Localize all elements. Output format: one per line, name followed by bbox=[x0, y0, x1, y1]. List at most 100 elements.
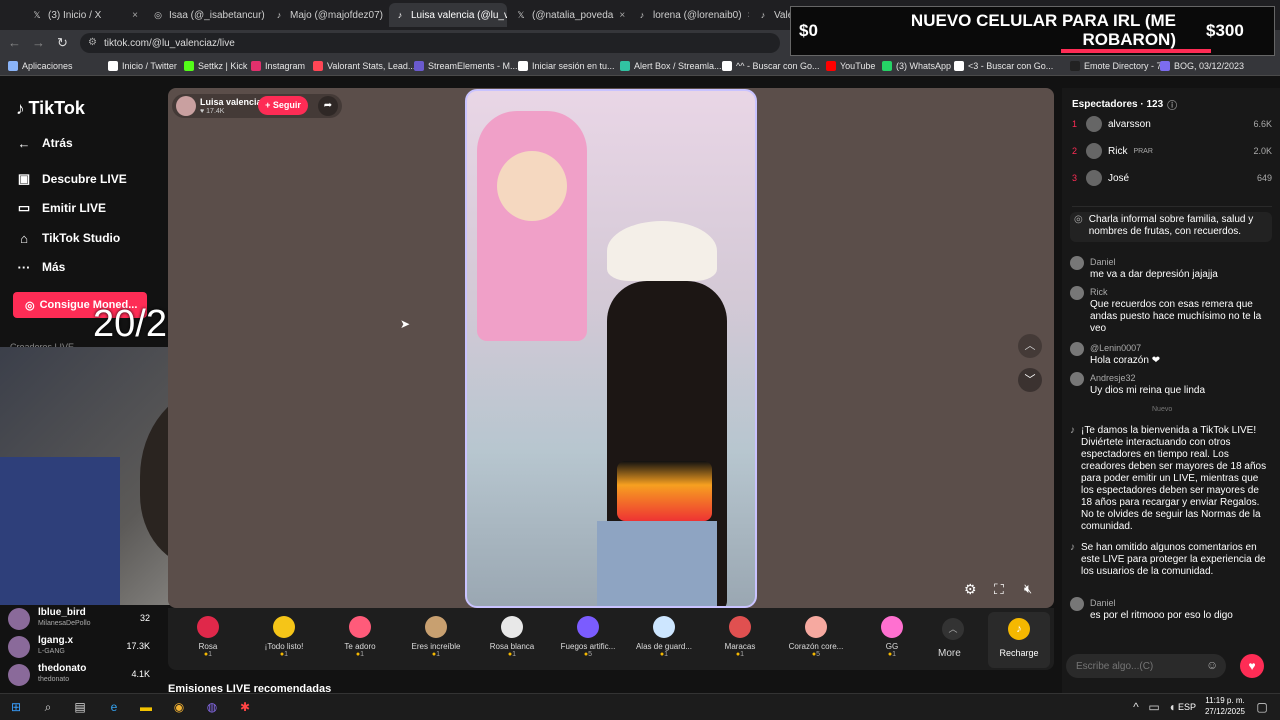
tab-3[interactable]: ♪Luisa valencia (@lu_v× bbox=[389, 3, 507, 27]
tab-4[interactable]: 𝕏 (@natalia_poveda × bbox=[510, 3, 628, 27]
tab-2[interactable]: ♪Majo (@majofdez07)× bbox=[268, 3, 386, 27]
bookmark-item[interactable]: Settkz | Kick bbox=[184, 59, 247, 73]
chat-input-box[interactable]: ☺ bbox=[1066, 654, 1226, 678]
chat-input[interactable] bbox=[1076, 658, 1186, 674]
gift-item[interactable]: Rosa blanca ●1 bbox=[477, 616, 547, 658]
close-icon[interactable]: × bbox=[132, 10, 138, 21]
viewer-row[interactable]: 1 alvarsson 6.6K bbox=[1072, 114, 1272, 134]
bookmark-item[interactable]: Emote Directory - 7... bbox=[1070, 59, 1169, 73]
chevron-up-icon[interactable]: ︿ bbox=[1018, 334, 1042, 358]
bookmark-item[interactable]: Valorant Stats, Lead... bbox=[313, 59, 415, 73]
recharge-button[interactable]: ♪ Recharge bbox=[988, 612, 1050, 668]
network-icon[interactable]: ▭ bbox=[1146, 699, 1162, 715]
cartoon-poster bbox=[477, 111, 587, 341]
tab-5[interactable]: ♪ lorena (@lorenaib0) × bbox=[631, 3, 749, 27]
gift-item[interactable]: Fuegos artific... ●5 bbox=[553, 616, 623, 658]
gift-item[interactable]: ¡Todo listo! ●1 bbox=[249, 616, 319, 658]
file-explorer-icon[interactable]: ▬ bbox=[138, 699, 154, 715]
chevron-up-icon[interactable]: ︿ bbox=[942, 618, 964, 640]
chat-text: Uy dios mi reina que linda bbox=[1090, 385, 1206, 396]
heart-icon[interactable]: ♥ bbox=[1240, 654, 1264, 678]
back-button[interactable]: ← Atrás bbox=[16, 132, 73, 154]
chevron-up-icon[interactable]: ^ bbox=[1128, 699, 1144, 715]
sidebar-item-emitir-live[interactable]: ▭ Emitir LIVE bbox=[16, 197, 106, 219]
clock-time[interactable]: 11:19 p. m. bbox=[1200, 696, 1250, 705]
info-icon[interactable]: ⓘ bbox=[1167, 97, 1177, 112]
back-arrow-icon[interactable]: ← bbox=[8, 35, 21, 50]
chat-username[interactable]: Rick bbox=[1090, 287, 1108, 297]
language-indicator[interactable]: ESP bbox=[1178, 702, 1196, 712]
app-icon[interactable]: ✱ bbox=[237, 699, 253, 715]
edge-icon[interactable]: e bbox=[106, 699, 122, 715]
user-avatar[interactable] bbox=[1070, 597, 1084, 611]
viewer-row[interactable]: 3 José 649 bbox=[1072, 168, 1272, 188]
bookmark-item[interactable]: Alert Box / Streamla... bbox=[620, 59, 722, 73]
fullscreen-icon[interactable]: ⛶ bbox=[994, 581, 1004, 598]
tiktok-logo[interactable]: ♪ TikTok bbox=[16, 98, 85, 119]
viewer-avatar bbox=[1086, 170, 1102, 186]
gift-item[interactable]: Te adoro ●1 bbox=[325, 616, 395, 658]
bookmark-item[interactable]: (3) WhatsApp bbox=[882, 59, 951, 73]
bookmark-item[interactable]: ^^ - Buscar con Go... bbox=[722, 59, 819, 73]
tiktok-icon: ♪ bbox=[276, 10, 282, 20]
sidebar-item-mas[interactable]: ··· Más bbox=[16, 256, 66, 278]
emoji-icon[interactable]: ☺ bbox=[1206, 658, 1218, 672]
chat-username[interactable]: @Lenin0007 bbox=[1090, 343, 1141, 353]
bookmark-item[interactable]: Inicio / Twitter bbox=[108, 59, 177, 73]
bookmark-item[interactable]: BOG, 03/12/2023 bbox=[1160, 59, 1244, 73]
url-bar[interactable]: ⚙ tiktok.com/@lu_valenciaz/live bbox=[80, 33, 780, 53]
creator-list-item[interactable]: lblue_bird MilanesaDePollo 32 bbox=[8, 605, 158, 631]
tab-0[interactable]: 𝕏 (3) Inicio / X × bbox=[26, 3, 144, 27]
viewer-row[interactable]: 2 Rick PRAR 2.0K bbox=[1072, 141, 1272, 161]
chat-text: Que recuerdos con esas remera que andas … bbox=[1090, 299, 1262, 334]
chrome-icon[interactable]: ◉ bbox=[171, 699, 187, 715]
more-gifts-button[interactable]: More bbox=[938, 648, 961, 659]
sidebar-item-descubre-live[interactable]: ▣ Descubre LIVE bbox=[16, 168, 127, 190]
bookmark-item[interactable]: Aplicaciones bbox=[8, 59, 73, 73]
search-icon[interactable]: ⌕ bbox=[40, 699, 56, 715]
host-info: Luisa valencia ♥ 17.4K bbox=[172, 94, 342, 118]
user-avatar[interactable] bbox=[1070, 372, 1084, 386]
creators-live-list: lblue_bird MilanesaDePollo 32 lgang.x L-GANG… bbox=[0, 605, 160, 693]
follow-button[interactable]: + Seguir bbox=[258, 96, 308, 115]
bookmark-item[interactable]: StreamElements - M... bbox=[414, 59, 518, 73]
close-icon[interactable]: × bbox=[748, 10, 749, 21]
bookmark-label: <3 - Buscar con Go... bbox=[968, 61, 1054, 71]
gift-item[interactable]: Maracas ●1 bbox=[705, 616, 775, 658]
site-info-icon[interactable]: ⚙ bbox=[88, 37, 97, 48]
host-avatar[interactable] bbox=[176, 96, 196, 116]
reload-icon[interactable]: ↻ bbox=[57, 35, 68, 51]
bookmark-label: Alert Box / Streamla... bbox=[634, 61, 722, 71]
sidebar-item-tiktok-studio[interactable]: ⌂ TikTok Studio bbox=[16, 227, 120, 249]
user-avatar[interactable] bbox=[1070, 286, 1084, 300]
bookmark-item[interactable]: <3 - Buscar con Go... bbox=[954, 59, 1053, 73]
chevron-down-icon[interactable]: ﹀ bbox=[1018, 368, 1042, 392]
forward-arrow-icon[interactable]: → bbox=[32, 35, 45, 50]
bookmark-item[interactable]: YouTube bbox=[826, 59, 875, 73]
gift-name: GG bbox=[885, 642, 899, 651]
task-view-icon[interactable]: ▤ bbox=[72, 699, 88, 715]
gift-item[interactable]: Eres increíble ●1 bbox=[401, 616, 471, 658]
share-icon[interactable]: ➦ bbox=[318, 96, 338, 116]
settings-gear-icon[interactable]: ⚙ bbox=[964, 581, 977, 598]
chat-username[interactable]: Andresje32 bbox=[1090, 373, 1136, 383]
creator-list-item[interactable]: lgang.x L-GANG 17.3K bbox=[8, 633, 158, 659]
gift-item[interactable]: Rosa ●1 bbox=[173, 616, 243, 658]
chat-username[interactable]: Daniel bbox=[1090, 257, 1116, 267]
tab-1[interactable]: ◎Isaa (@_isabetancur)× bbox=[147, 3, 265, 27]
bookmark-item[interactable]: Iniciar sesión en tu... bbox=[518, 59, 615, 73]
mute-icon[interactable]: 🔇︎ bbox=[1024, 581, 1032, 597]
user-avatar[interactable] bbox=[1070, 256, 1084, 270]
creator-list-item[interactable]: thedonato thedonato 4.1K bbox=[8, 661, 158, 687]
gift-item[interactable]: GG ●1 bbox=[857, 616, 927, 658]
notification-icon[interactable]: ▢ bbox=[1254, 699, 1270, 715]
close-icon[interactable]: × bbox=[619, 10, 625, 21]
gift-name: ¡Todo listo! bbox=[264, 642, 304, 651]
clock-date[interactable]: 27/12/2025 bbox=[1200, 707, 1250, 716]
gift-item[interactable]: Corazón core... ●5 bbox=[781, 616, 851, 658]
obs-icon[interactable]: ◍ bbox=[204, 699, 220, 715]
bookmark-item[interactable]: Instagram bbox=[251, 59, 305, 73]
user-avatar[interactable] bbox=[1070, 342, 1084, 356]
gift-item[interactable]: Alas de guard... ●1 bbox=[629, 616, 699, 658]
windows-start-icon[interactable]: ⊞ bbox=[8, 699, 24, 715]
